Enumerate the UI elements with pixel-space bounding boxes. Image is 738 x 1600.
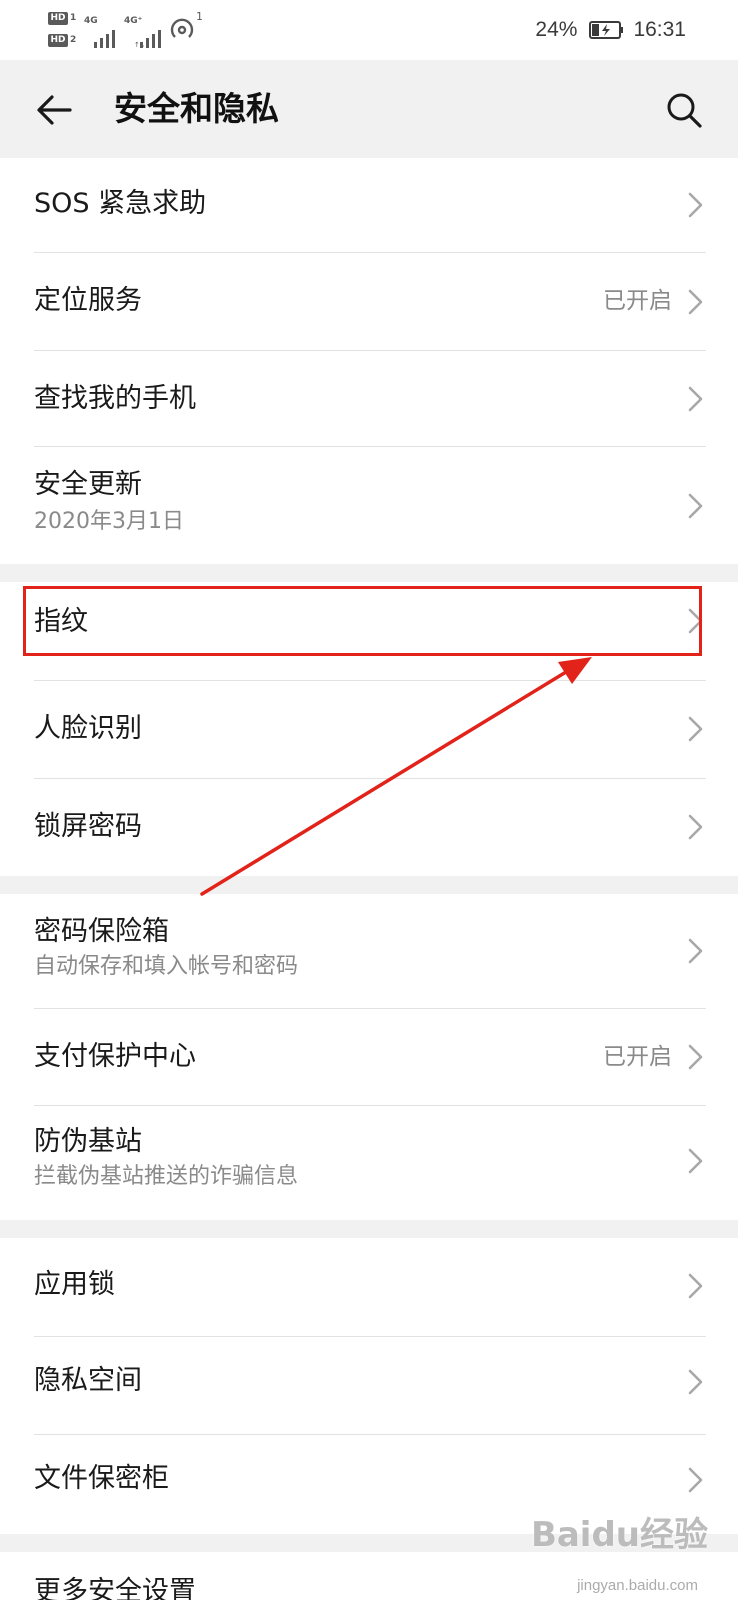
setting-row-face-recognition[interactable]: 人脸识别 xyxy=(0,681,738,778)
chevron-right-icon xyxy=(688,1369,703,1395)
search-icon xyxy=(667,93,702,128)
chevron-right-icon xyxy=(688,289,703,315)
row-subtitle: 2020年3月1日 xyxy=(34,509,184,534)
row-subtitle: 自动保存和填入帐号和密码 xyxy=(34,954,299,979)
row-title: 锁屏密码 xyxy=(34,811,142,842)
chevron-right-icon xyxy=(688,1044,703,1070)
chevron-right-icon xyxy=(688,1467,703,1493)
back-arrow-icon xyxy=(37,95,72,125)
fingerprint-highlight-box xyxy=(23,586,702,656)
setting-row-payment-protection[interactable]: 支付保护中心 已开启 xyxy=(0,1009,738,1105)
row-status: 已开启 xyxy=(603,288,672,314)
setting-row-find-phone[interactable]: 查找我的手机 xyxy=(0,351,738,446)
chevron-right-icon xyxy=(688,1148,703,1174)
row-title: 防伪基站 xyxy=(34,1126,142,1157)
battery-charging-icon xyxy=(589,21,624,39)
chevron-right-icon xyxy=(688,814,703,840)
hotspot-icon xyxy=(170,18,194,38)
search-button[interactable] xyxy=(656,82,712,138)
page-title: 安全和隐私 xyxy=(114,89,279,128)
chevron-right-icon xyxy=(688,493,703,519)
row-status: 已开启 xyxy=(603,1044,672,1070)
svg-text:↑↓: ↑↓ xyxy=(134,41,146,48)
baidu-watermark-url: jingyan.baidu.com xyxy=(577,1577,698,1594)
app-bar: 安全和隐私 xyxy=(0,60,738,158)
settings-group-3: 密码保险箱 自动保存和填入帐号和密码 支付保护中心 已开启 防伪基站 拦截伪基站… xyxy=(0,894,738,1220)
chevron-right-icon xyxy=(688,938,703,964)
row-title: 查找我的手机 xyxy=(34,383,196,414)
row-title: 文件保密柜 xyxy=(34,1463,169,1494)
chevron-right-icon xyxy=(688,1273,703,1299)
network-type-1: 4G xyxy=(84,16,98,26)
row-title: 更多安全设置 xyxy=(34,1576,196,1600)
hotspot-count: 1 xyxy=(196,10,203,23)
hd-badge-2: HD xyxy=(48,34,68,47)
setting-row-lock-screen-password[interactable]: 锁屏密码 xyxy=(0,779,738,876)
chevron-right-icon xyxy=(688,716,703,742)
chevron-right-icon xyxy=(688,386,703,412)
setting-row-fake-base-station[interactable]: 防伪基站 拦截伪基站推送的诈骗信息 xyxy=(0,1106,738,1220)
row-title: 定位服务 xyxy=(34,285,142,316)
setting-row-private-space[interactable]: 隐私空间 xyxy=(0,1337,738,1434)
setting-row-password-vault[interactable]: 密码保险箱 自动保存和填入帐号和密码 xyxy=(0,894,738,1008)
settings-group-4: 应用锁 隐私空间 文件保密柜 xyxy=(0,1238,738,1534)
row-title: 密码保险箱 xyxy=(34,916,169,947)
setting-row-security-update[interactable]: 安全更新 2020年3月1日 xyxy=(0,447,738,564)
row-subtitle: 拦截伪基站推送的诈骗信息 xyxy=(34,1164,299,1189)
settings-group-1: SOS 紧急求助 定位服务 已开启 查找我的手机 安全更新 2020年3月1日 xyxy=(0,158,738,564)
network-type-2: 4G⁺ xyxy=(124,16,143,26)
status-bar: HD 1 HD 2 4G 4G⁺ ↑↓ 1 24% 16:31 xyxy=(0,0,738,60)
row-title: 支付保护中心 xyxy=(34,1041,196,1072)
hd-slot-1: 1 xyxy=(70,13,77,23)
setting-row-location[interactable]: 定位服务 已开启 xyxy=(0,253,738,350)
volte-hd-icon: HD 1 HD 2 xyxy=(48,10,82,52)
row-title: SOS 紧急求助 xyxy=(34,188,207,219)
hd-badge-1: HD xyxy=(48,12,68,25)
setting-row-sos[interactable]: SOS 紧急求助 xyxy=(0,158,738,252)
row-title: 安全更新 xyxy=(34,469,142,500)
row-title: 人脸识别 xyxy=(34,713,142,744)
back-button[interactable] xyxy=(26,82,82,138)
status-right: 24% 16:31 xyxy=(535,15,686,45)
row-title: 应用锁 xyxy=(34,1269,115,1300)
clock-time: 16:31 xyxy=(633,18,686,41)
chevron-right-icon xyxy=(688,192,703,218)
row-title: 隐私空间 xyxy=(34,1365,142,1396)
baidu-watermark: Baidu经验 xyxy=(530,1515,708,1555)
hd-slot-2: 2 xyxy=(70,35,77,45)
battery-percent: 24% xyxy=(535,18,578,41)
setting-row-app-lock[interactable]: 应用锁 xyxy=(0,1238,738,1336)
